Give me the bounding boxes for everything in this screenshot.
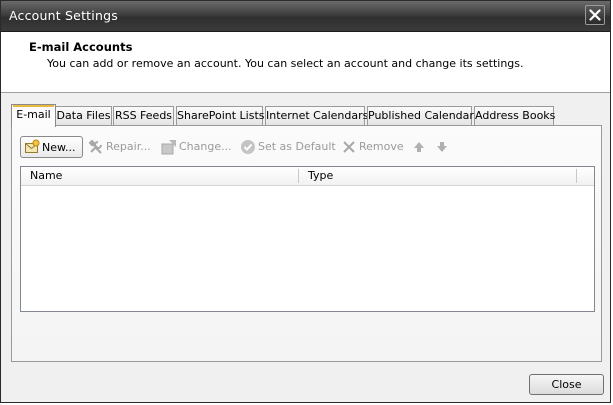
account-toolbar: New... Repair... Change... Set as Defaul…: [20, 136, 590, 158]
remove-button[interactable]: Remove: [341, 136, 404, 158]
header-title: E-mail Accounts: [29, 40, 133, 54]
close-button[interactable]: Close: [529, 374, 604, 395]
tab-address-books[interactable]: Address Books: [474, 106, 556, 125]
column-divider[interactable]: [298, 169, 299, 183]
active-tab-indicator: [13, 105, 54, 107]
panel-status-area: [20, 316, 595, 358]
tab-label: Internet Calendars: [266, 109, 369, 122]
header-subtitle: You can add or remove an account. You ca…: [47, 57, 524, 70]
change-button-label: Change...: [179, 140, 232, 153]
new-button-label: New...: [42, 141, 76, 154]
arrow-up-icon: [414, 142, 424, 152]
repair-button-label: Repair...: [106, 140, 151, 153]
change-button[interactable]: Change...: [161, 136, 233, 158]
tab-label: SharePoint Lists: [177, 109, 265, 122]
repair-button[interactable]: Repair...: [88, 136, 154, 158]
list-header: Name Type: [21, 167, 594, 186]
tab-sharepoint-lists[interactable]: SharePoint Lists: [176, 106, 265, 125]
repair-tools-icon: [88, 139, 102, 154]
new-account-icon: [25, 139, 40, 153]
tab-email[interactable]: E-mail: [11, 104, 56, 127]
change-icon: [161, 140, 176, 155]
tab-label: E-mail: [16, 108, 51, 121]
remove-button-label: Remove: [359, 140, 404, 153]
x-icon: [343, 141, 355, 153]
title-bar[interactable]: Account Settings: [1, 1, 610, 32]
column-header-type[interactable]: Type: [308, 167, 333, 185]
column-header-name[interactable]: Name: [30, 167, 62, 185]
close-icon: [589, 9, 601, 21]
tab-data-files[interactable]: Data Files: [55, 106, 112, 125]
tab-label: Published Calendars: [368, 109, 480, 122]
tab-label: RSS Feeds: [114, 109, 173, 122]
tab-label: Data Files: [56, 109, 111, 122]
header-panel: E-mail Accounts You can add or remove an…: [1, 32, 610, 93]
account-settings-window: Account Settings E-mail Accounts You can…: [0, 0, 611, 403]
checkmark-icon: [241, 140, 255, 154]
tab-label: Address Books: [475, 109, 556, 122]
window-title: Account Settings: [9, 8, 118, 23]
window-close-button[interactable]: [585, 5, 605, 25]
move-down-button[interactable]: [434, 136, 450, 158]
email-tab-panel: New... Repair... Change... Set as Defaul…: [11, 125, 602, 362]
set-default-label: Set as Default: [258, 140, 336, 153]
tab-rss-feeds[interactable]: RSS Feeds: [113, 106, 174, 125]
tab-published-calendars[interactable]: Published Calendars: [367, 106, 480, 125]
column-divider[interactable]: [576, 169, 577, 183]
tab-internet-calendars[interactable]: Internet Calendars: [265, 106, 369, 125]
new-account-button[interactable]: New...: [20, 136, 83, 158]
set-as-default-button[interactable]: Set as Default: [240, 136, 336, 158]
move-up-button[interactable]: [411, 136, 427, 158]
accounts-list[interactable]: Name Type: [20, 166, 595, 312]
arrow-down-icon: [437, 142, 447, 152]
